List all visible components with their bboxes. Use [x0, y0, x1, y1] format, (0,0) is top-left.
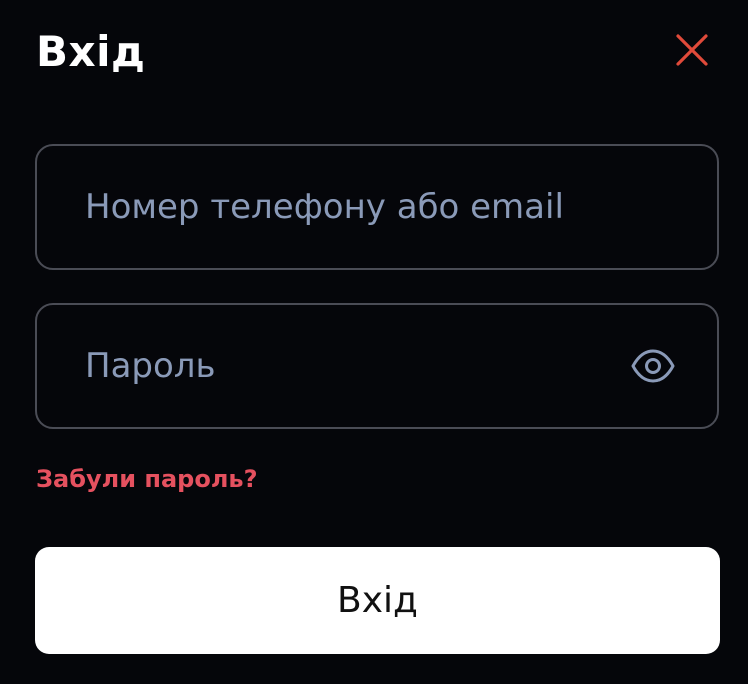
close-button[interactable]	[670, 28, 714, 72]
forgot-password-link[interactable]: Забули пароль?	[36, 465, 258, 493]
login-submit-button[interactable]: Вхід	[35, 547, 720, 654]
password-input[interactable]	[37, 305, 623, 427]
show-password-button[interactable]	[623, 336, 683, 396]
login-field-container	[35, 144, 719, 270]
modal-title: Вхід	[36, 27, 146, 76]
eye-icon	[631, 349, 675, 383]
login-input[interactable]	[37, 146, 717, 268]
password-field-container	[35, 303, 719, 429]
login-modal: Вхід Забули пароль? Вхід	[0, 0, 748, 684]
close-icon	[676, 34, 708, 66]
